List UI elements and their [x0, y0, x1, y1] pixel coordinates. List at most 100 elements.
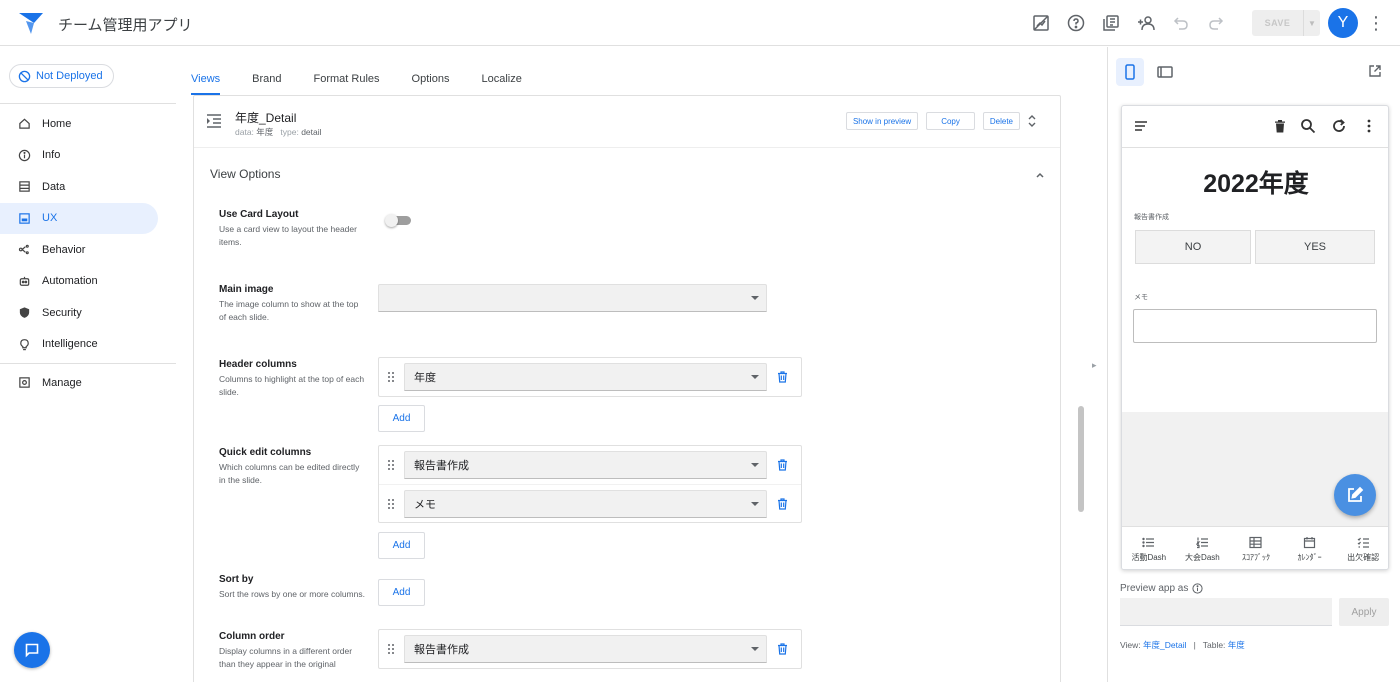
mobile-preview-button[interactable]: [1116, 58, 1144, 86]
column-order-desc: Display columns in a different order tha…: [219, 646, 353, 669]
delete-button[interactable]: Delete: [982, 112, 1020, 130]
view-card: 年度_Detail data: 年度 type: detail Show in …: [193, 95, 1061, 682]
main-image-label: Main image: [219, 284, 274, 295]
save-button[interactable]: SAVE ▼: [1252, 10, 1320, 36]
sidebar-item-ux[interactable]: UX: [0, 202, 158, 234]
top-toolbar: SAVE ▼ Y ⋮: [1030, 0, 1400, 46]
search-icon[interactable]: [1300, 118, 1316, 134]
nav-item-activity-dash[interactable]: 活動Dash: [1122, 527, 1176, 569]
sidebar-item-label: UX: [42, 212, 58, 225]
expand-collapse-icon[interactable]: [1026, 114, 1038, 128]
edit-fab[interactable]: [1334, 474, 1376, 516]
quick-edit-select[interactable]: メモ: [404, 490, 767, 518]
copy-button[interactable]: Copy: [926, 112, 975, 130]
manage-icon: [19, 377, 30, 388]
help-icon[interactable]: [1065, 12, 1087, 34]
tab-views[interactable]: Views: [191, 73, 221, 95]
trash-icon[interactable]: [777, 459, 788, 471]
sidebar-item-label: Automation: [42, 275, 98, 288]
quick-edit-desc: Which columns can be edited directly in …: [219, 462, 360, 485]
add-quick-edit-button[interactable]: Add: [378, 532, 425, 559]
nav-item-attendance[interactable]: 出欠確認: [1336, 527, 1388, 569]
record-title: 2022年度: [1203, 170, 1309, 198]
no-button[interactable]: NO: [1135, 230, 1251, 264]
drag-handle-icon[interactable]: [387, 643, 395, 655]
more-vert-icon[interactable]: [1361, 118, 1377, 134]
refresh-icon[interactable]: [1331, 118, 1347, 134]
column-order-select[interactable]: 報告書作成: [404, 635, 767, 663]
tab-format-rules[interactable]: Format Rules: [314, 73, 380, 95]
sidebar-item-label: Home: [42, 117, 72, 130]
menu-icon[interactable]: [1133, 118, 1149, 134]
field-label: メモ: [1134, 294, 1148, 301]
numbered-list-icon: [1195, 537, 1208, 548]
editor-scrollbar[interactable]: [1078, 406, 1084, 512]
sidebar-item-behavior[interactable]: Behavior: [0, 234, 158, 266]
yes-button[interactable]: YES: [1255, 230, 1375, 264]
apply-button[interactable]: Apply: [1339, 598, 1389, 626]
sidebar-item-info[interactable]: Info: [0, 140, 158, 172]
sidebar-item-manage[interactable]: Manage: [0, 367, 158, 399]
trash-icon[interactable]: [777, 643, 788, 655]
undo-icon[interactable]: [1170, 12, 1192, 34]
panel-collapse-icon[interactable]: ▸: [1092, 360, 1100, 370]
open-in-new-icon[interactable]: [1368, 64, 1382, 78]
column-order-list: 報告書作成: [378, 629, 802, 669]
view-type-value: detail: [301, 127, 322, 137]
quick-edit-select[interactable]: 報告書作成: [404, 451, 767, 479]
add-sort-button[interactable]: Add: [378, 579, 425, 606]
memo-input[interactable]: [1133, 309, 1377, 343]
header-column-select[interactable]: 年度: [404, 363, 767, 391]
table-label: Table:: [1202, 640, 1226, 650]
view-data-label: data:: [235, 127, 254, 137]
use-card-layout-desc: Use a card view to layout the header ite…: [219, 224, 357, 247]
show-in-preview-button[interactable]: Show in preview: [845, 112, 919, 130]
more-vert-icon[interactable]: ⋮: [1367, 13, 1385, 34]
view-type-label: type:: [280, 127, 299, 137]
drag-handle-icon[interactable]: [387, 371, 395, 383]
no-image-icon[interactable]: [1030, 12, 1052, 34]
use-card-layout-toggle[interactable]: [385, 214, 413, 228]
chat-icon: [25, 643, 39, 658]
checklist-icon: [1357, 537, 1369, 548]
add-person-icon[interactable]: [1135, 12, 1157, 34]
save-dropdown-icon[interactable]: ▼: [1304, 19, 1320, 28]
chat-button[interactable]: [14, 632, 50, 668]
nav-item-tournament-dash[interactable]: 大会Dash: [1176, 527, 1230, 569]
library-icon[interactable]: [1100, 12, 1122, 34]
tab-options[interactable]: Options: [412, 73, 450, 95]
nav-list: Home Info Data UX Behavior Automation Se…: [0, 103, 176, 399]
drag-handle-icon[interactable]: [387, 459, 395, 471]
nav-item-scorebook[interactable]: ｽｺｱﾌﾞｯｸ: [1229, 527, 1283, 569]
avatar[interactable]: Y: [1328, 8, 1358, 38]
table-link[interactable]: 年度: [1228, 640, 1245, 650]
header-columns-list: 年度: [378, 357, 802, 397]
preview-as-email-input[interactable]: [1120, 598, 1332, 626]
tab-brand[interactable]: Brand: [252, 73, 281, 95]
nav-item-calendar[interactable]: ｶﾚﾝﾀﾞｰ: [1283, 527, 1337, 569]
main-image-select[interactable]: [378, 284, 767, 312]
redo-icon[interactable]: [1205, 12, 1227, 34]
sidebar-item-data[interactable]: Data: [0, 171, 158, 203]
info-icon[interactable]: [1192, 583, 1203, 594]
drag-handle-icon[interactable]: [387, 498, 395, 510]
automation-icon: [19, 276, 30, 286]
view-label: View:: [1120, 640, 1141, 650]
sidebar-item-label: Security: [42, 306, 82, 319]
sidebar-item-security[interactable]: Security: [0, 297, 158, 329]
sidebar-item-home[interactable]: Home: [0, 108, 158, 140]
sidebar-item-intelligence[interactable]: Intelligence: [0, 329, 158, 361]
view-header[interactable]: 年度_Detail data: 年度 type: detail Show in …: [194, 96, 1060, 148]
chevron-up-icon[interactable]: [1034, 170, 1046, 180]
tab-localize[interactable]: Localize: [481, 73, 521, 95]
deploy-status-chip[interactable]: Not Deployed: [9, 64, 114, 88]
trash-icon[interactable]: [1272, 118, 1288, 134]
view-data-value: 年度: [256, 127, 274, 137]
view-link[interactable]: 年度_Detail: [1143, 640, 1186, 650]
add-header-column-button[interactable]: Add: [378, 405, 425, 432]
sidebar-item-automation[interactable]: Automation: [0, 266, 158, 298]
trash-icon[interactable]: [777, 371, 788, 383]
tablet-icon[interactable]: [1156, 62, 1174, 82]
trash-icon[interactable]: [777, 498, 788, 510]
list-item: 報告書作成: [379, 446, 801, 484]
